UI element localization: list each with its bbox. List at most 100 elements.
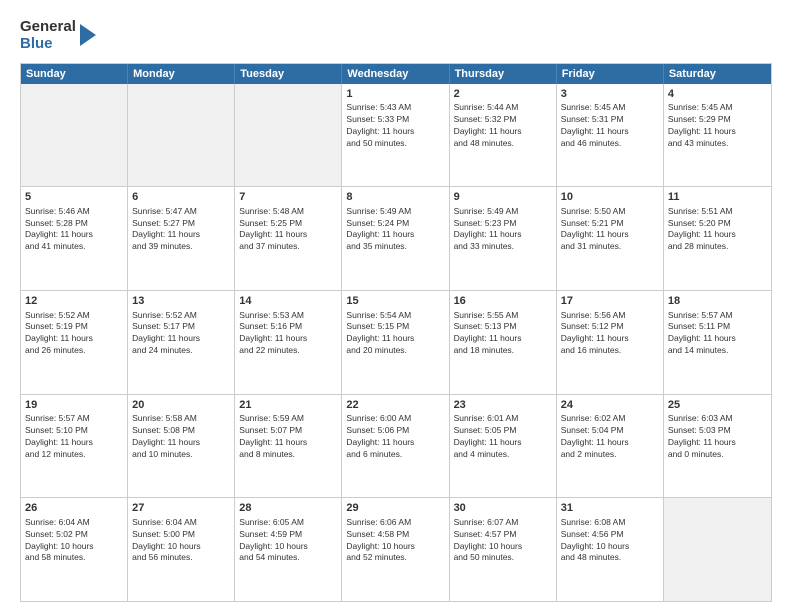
day-number: 30	[454, 501, 552, 516]
logo: General Blue	[20, 18, 97, 53]
calendar-cell-r0c4: 2Sunrise: 5:44 AM Sunset: 5:32 PM Daylig…	[450, 84, 557, 187]
weekday-header-tuesday: Tuesday	[235, 64, 342, 84]
cell-info: Sunrise: 5:45 AM Sunset: 5:31 PM Dayligh…	[561, 102, 659, 149]
cell-info: Sunrise: 5:52 AM Sunset: 5:17 PM Dayligh…	[132, 310, 230, 357]
cell-info: Sunrise: 5:48 AM Sunset: 5:25 PM Dayligh…	[239, 206, 337, 253]
calendar-cell-r2c5: 17Sunrise: 5:56 AM Sunset: 5:12 PM Dayli…	[557, 291, 664, 394]
day-number: 24	[561, 398, 659, 413]
cell-info: Sunrise: 5:47 AM Sunset: 5:27 PM Dayligh…	[132, 206, 230, 253]
calendar-cell-r1c4: 9Sunrise: 5:49 AM Sunset: 5:23 PM Daylig…	[450, 187, 557, 290]
calendar-cell-r2c4: 16Sunrise: 5:55 AM Sunset: 5:13 PM Dayli…	[450, 291, 557, 394]
calendar-cell-r1c3: 8Sunrise: 5:49 AM Sunset: 5:24 PM Daylig…	[342, 187, 449, 290]
cell-info: Sunrise: 5:57 AM Sunset: 5:11 PM Dayligh…	[668, 310, 767, 357]
cell-info: Sunrise: 6:08 AM Sunset: 4:56 PM Dayligh…	[561, 517, 659, 564]
day-number: 4	[668, 87, 767, 102]
day-number: 9	[454, 190, 552, 205]
calendar-cell-r2c3: 15Sunrise: 5:54 AM Sunset: 5:15 PM Dayli…	[342, 291, 449, 394]
day-number: 11	[668, 190, 767, 205]
cell-info: Sunrise: 5:55 AM Sunset: 5:13 PM Dayligh…	[454, 310, 552, 357]
day-number: 16	[454, 294, 552, 309]
logo-arrow-icon	[79, 22, 97, 48]
calendar-cell-r2c0: 12Sunrise: 5:52 AM Sunset: 5:19 PM Dayli…	[21, 291, 128, 394]
day-number: 2	[454, 87, 552, 102]
calendar-cell-r4c3: 29Sunrise: 6:06 AM Sunset: 4:58 PM Dayli…	[342, 498, 449, 601]
calendar-cell-r4c0: 26Sunrise: 6:04 AM Sunset: 5:02 PM Dayli…	[21, 498, 128, 601]
cell-info: Sunrise: 5:52 AM Sunset: 5:19 PM Dayligh…	[25, 310, 123, 357]
calendar-cell-r3c5: 24Sunrise: 6:02 AM Sunset: 5:04 PM Dayli…	[557, 395, 664, 498]
calendar-cell-r0c0	[21, 84, 128, 187]
cell-info: Sunrise: 6:04 AM Sunset: 5:00 PM Dayligh…	[132, 517, 230, 564]
page: General Blue SundayMondayTuesdayWednesda…	[0, 0, 792, 612]
cell-info: Sunrise: 6:01 AM Sunset: 5:05 PM Dayligh…	[454, 413, 552, 460]
calendar: SundayMondayTuesdayWednesdayThursdayFrid…	[20, 63, 772, 603]
cell-info: Sunrise: 5:49 AM Sunset: 5:24 PM Dayligh…	[346, 206, 444, 253]
day-number: 19	[25, 398, 123, 413]
cell-info: Sunrise: 5:59 AM Sunset: 5:07 PM Dayligh…	[239, 413, 337, 460]
calendar-row-3: 19Sunrise: 5:57 AM Sunset: 5:10 PM Dayli…	[21, 395, 771, 499]
calendar-cell-r4c1: 27Sunrise: 6:04 AM Sunset: 5:00 PM Dayli…	[128, 498, 235, 601]
day-number: 27	[132, 501, 230, 516]
cell-info: Sunrise: 5:44 AM Sunset: 5:32 PM Dayligh…	[454, 102, 552, 149]
logo-line1: General	[20, 18, 76, 35]
logo-text: General Blue	[20, 18, 76, 53]
calendar-row-1: 5Sunrise: 5:46 AM Sunset: 5:28 PM Daylig…	[21, 187, 771, 291]
calendar-cell-r3c2: 21Sunrise: 5:59 AM Sunset: 5:07 PM Dayli…	[235, 395, 342, 498]
cell-info: Sunrise: 5:58 AM Sunset: 5:08 PM Dayligh…	[132, 413, 230, 460]
day-number: 29	[346, 501, 444, 516]
day-number: 25	[668, 398, 767, 413]
cell-info: Sunrise: 5:43 AM Sunset: 5:33 PM Dayligh…	[346, 102, 444, 149]
calendar-cell-r0c1	[128, 84, 235, 187]
day-number: 3	[561, 87, 659, 102]
cell-info: Sunrise: 5:54 AM Sunset: 5:15 PM Dayligh…	[346, 310, 444, 357]
calendar-cell-r1c6: 11Sunrise: 5:51 AM Sunset: 5:20 PM Dayli…	[664, 187, 771, 290]
cell-info: Sunrise: 6:07 AM Sunset: 4:57 PM Dayligh…	[454, 517, 552, 564]
day-number: 7	[239, 190, 337, 205]
calendar-body: 1Sunrise: 5:43 AM Sunset: 5:33 PM Daylig…	[21, 84, 771, 602]
weekday-header-friday: Friday	[557, 64, 664, 84]
cell-info: Sunrise: 5:57 AM Sunset: 5:10 PM Dayligh…	[25, 413, 123, 460]
calendar-cell-r1c5: 10Sunrise: 5:50 AM Sunset: 5:21 PM Dayli…	[557, 187, 664, 290]
day-number: 1	[346, 87, 444, 102]
cell-info: Sunrise: 5:51 AM Sunset: 5:20 PM Dayligh…	[668, 206, 767, 253]
cell-info: Sunrise: 6:06 AM Sunset: 4:58 PM Dayligh…	[346, 517, 444, 564]
calendar-cell-r0c3: 1Sunrise: 5:43 AM Sunset: 5:33 PM Daylig…	[342, 84, 449, 187]
calendar-cell-r4c6	[664, 498, 771, 601]
day-number: 28	[239, 501, 337, 516]
day-number: 6	[132, 190, 230, 205]
cell-info: Sunrise: 6:03 AM Sunset: 5:03 PM Dayligh…	[668, 413, 767, 460]
weekday-header-sunday: Sunday	[21, 64, 128, 84]
calendar-cell-r1c0: 5Sunrise: 5:46 AM Sunset: 5:28 PM Daylig…	[21, 187, 128, 290]
day-number: 21	[239, 398, 337, 413]
weekday-header-wednesday: Wednesday	[342, 64, 449, 84]
cell-info: Sunrise: 6:04 AM Sunset: 5:02 PM Dayligh…	[25, 517, 123, 564]
calendar-row-0: 1Sunrise: 5:43 AM Sunset: 5:33 PM Daylig…	[21, 84, 771, 188]
calendar-row-2: 12Sunrise: 5:52 AM Sunset: 5:19 PM Dayli…	[21, 291, 771, 395]
calendar-cell-r2c1: 13Sunrise: 5:52 AM Sunset: 5:17 PM Dayli…	[128, 291, 235, 394]
weekday-header-thursday: Thursday	[450, 64, 557, 84]
calendar-cell-r4c4: 30Sunrise: 6:07 AM Sunset: 4:57 PM Dayli…	[450, 498, 557, 601]
day-number: 26	[25, 501, 123, 516]
day-number: 5	[25, 190, 123, 205]
calendar-cell-r2c6: 18Sunrise: 5:57 AM Sunset: 5:11 PM Dayli…	[664, 291, 771, 394]
day-number: 17	[561, 294, 659, 309]
day-number: 14	[239, 294, 337, 309]
calendar-cell-r3c1: 20Sunrise: 5:58 AM Sunset: 5:08 PM Dayli…	[128, 395, 235, 498]
day-number: 10	[561, 190, 659, 205]
day-number: 13	[132, 294, 230, 309]
day-number: 12	[25, 294, 123, 309]
logo-line2: Blue	[20, 35, 76, 52]
day-number: 20	[132, 398, 230, 413]
cell-info: Sunrise: 5:50 AM Sunset: 5:21 PM Dayligh…	[561, 206, 659, 253]
cell-info: Sunrise: 5:45 AM Sunset: 5:29 PM Dayligh…	[668, 102, 767, 149]
day-number: 8	[346, 190, 444, 205]
calendar-cell-r3c0: 19Sunrise: 5:57 AM Sunset: 5:10 PM Dayli…	[21, 395, 128, 498]
header: General Blue	[20, 18, 772, 53]
calendar-cell-r0c6: 4Sunrise: 5:45 AM Sunset: 5:29 PM Daylig…	[664, 84, 771, 187]
weekday-header-monday: Monday	[128, 64, 235, 84]
calendar-row-4: 26Sunrise: 6:04 AM Sunset: 5:02 PM Dayli…	[21, 498, 771, 601]
calendar-cell-r0c2	[235, 84, 342, 187]
calendar-cell-r0c5: 3Sunrise: 5:45 AM Sunset: 5:31 PM Daylig…	[557, 84, 664, 187]
cell-info: Sunrise: 5:53 AM Sunset: 5:16 PM Dayligh…	[239, 310, 337, 357]
day-number: 22	[346, 398, 444, 413]
logo-container: General Blue	[20, 18, 97, 53]
